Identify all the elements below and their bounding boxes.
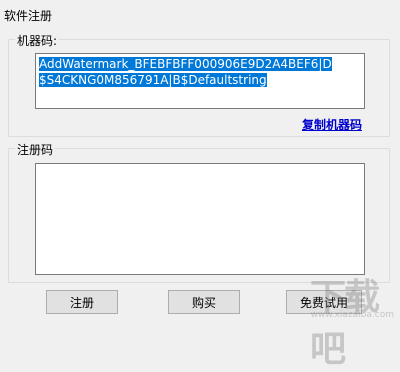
site-watermark: 下载吧 www.xiazaiba.com xyxy=(310,268,396,370)
watermark-url: www.xiazaiba.com xyxy=(310,310,394,320)
machine-code-line1: AddWatermark_BFEBFBFF000906E9D2A4BEF6|D xyxy=(39,57,332,71)
buy-button[interactable]: 购买 xyxy=(168,290,240,314)
watermark-logo-text: 下载吧 xyxy=(310,277,380,370)
register-button[interactable]: 注册 xyxy=(46,290,118,314)
machine-code-field[interactable]: AddWatermark_BFEBFBFF000906E9D2A4BEF6|D … xyxy=(35,53,365,109)
window-title: 软件注册 xyxy=(4,9,53,23)
copy-machine-code-link[interactable]: 复制机器码 xyxy=(302,116,362,133)
machine-code-line2: $S4CKNG0M856791A|B$Defaultstring xyxy=(39,73,267,87)
register-code-input[interactable] xyxy=(35,163,365,275)
machine-code-label: 机器码: xyxy=(15,32,60,49)
register-code-label: 注册码 xyxy=(15,141,56,158)
register-code-group: 注册码 xyxy=(8,141,390,283)
machine-code-group: 机器码: AddWatermark_BFEBFBFF000906E9D2A4BE… xyxy=(8,32,390,137)
